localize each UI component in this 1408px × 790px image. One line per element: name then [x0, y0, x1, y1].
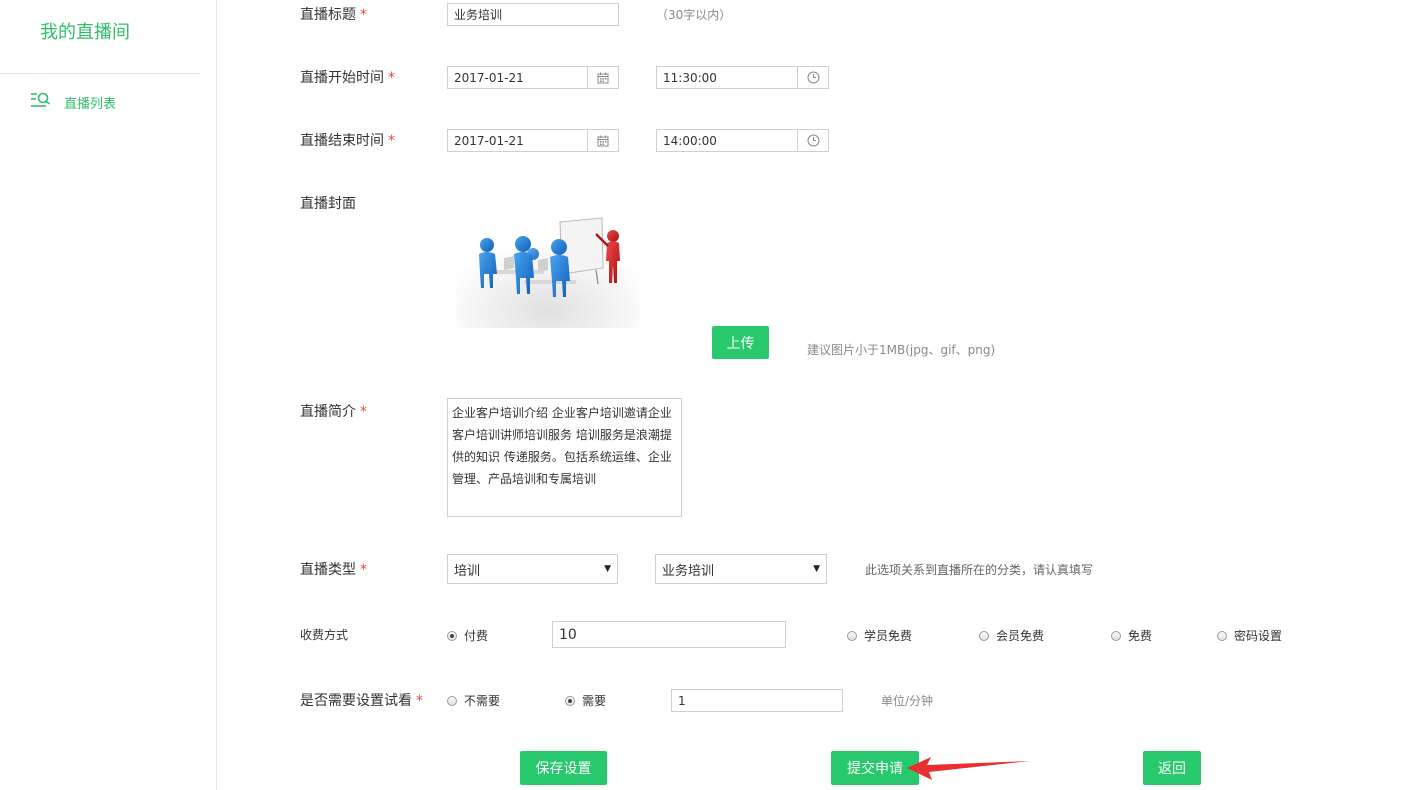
fee-option-label: 免费 — [1128, 629, 1153, 643]
fee-option-student-free[interactable]: 学员免费 — [847, 627, 912, 644]
radio-icon[interactable] — [1217, 630, 1227, 641]
radio-checked-icon[interactable] — [447, 630, 457, 641]
fee-option-free[interactable]: 免费 — [1111, 627, 1152, 644]
annotation-arrow-icon — [907, 757, 1030, 780]
trial-option-yes[interactable]: 需要 — [565, 692, 606, 709]
fee-option-label: 付费 — [464, 629, 489, 643]
back-button[interactable]: 返回 — [1143, 751, 1201, 785]
required-mark: * — [416, 693, 423, 709]
sidebar-title: 我的直播间 — [40, 22, 130, 43]
required-mark: * — [360, 562, 367, 578]
sidebar: 我的直播间 直播列表 — [0, 0, 217, 790]
required-mark: * — [360, 7, 367, 23]
trial-option-label: 不需要 — [464, 694, 501, 708]
clock-icon[interactable] — [797, 67, 828, 88]
intro-textarea[interactable]: 企业客户培训介绍 企业客户培训邀请企业客户培训讲师培训服务 培训服务是浪潮提供的… — [447, 398, 682, 517]
title-label: 直播标题 * — [300, 4, 367, 24]
start-time-label-text: 直播开始时间 — [300, 70, 384, 86]
calendar-icon[interactable] — [587, 130, 618, 151]
end-time-label-text: 直播结束时间 — [300, 133, 384, 149]
fee-option-label: 学员免费 — [864, 629, 913, 643]
trial-minutes-input[interactable]: 1 — [671, 689, 843, 712]
type-label: 直播类型 * — [300, 559, 367, 579]
type-label-text: 直播类型 — [300, 562, 356, 578]
fee-label: 收费方式 — [300, 628, 349, 642]
type-primary-select[interactable]: 培训 ▼ — [447, 554, 618, 584]
type-hint: 此选项关系到直播所在的分类，请认真填写 — [865, 563, 1094, 577]
title-label-text: 直播标题 — [300, 7, 356, 23]
cover-image — [456, 214, 640, 328]
start-date-picker[interactable]: 2017-01-21 — [447, 66, 619, 89]
save-button[interactable]: 保存设置 — [520, 751, 607, 785]
clock-icon[interactable] — [797, 130, 828, 151]
radio-icon[interactable] — [447, 695, 457, 706]
required-mark: * — [388, 70, 395, 86]
radio-icon[interactable] — [1111, 630, 1121, 641]
fee-option-label: 密码设置 — [1234, 629, 1283, 643]
upload-button[interactable]: 上传 — [712, 326, 769, 359]
title-hint: （30字以内） — [656, 8, 732, 22]
trial-unit: 单位/分钟 — [881, 694, 934, 708]
start-time-value[interactable]: 11:30:00 — [657, 67, 797, 88]
end-time-label: 直播结束时间 * — [300, 130, 395, 150]
title-input[interactable]: 业务培训 — [447, 3, 619, 26]
intro-label-text: 直播简介 — [300, 404, 356, 420]
sidebar-divider — [0, 73, 200, 74]
radio-icon[interactable] — [847, 630, 857, 641]
dropdown-arrow-icon: ▼ — [604, 564, 611, 574]
trial-label: 是否需要设置试看 * — [300, 690, 423, 710]
fee-option-password[interactable]: 密码设置 — [1217, 627, 1282, 644]
required-mark: * — [388, 133, 395, 149]
sidebar-item-live-list[interactable]: 直播列表 — [30, 90, 116, 114]
required-mark: * — [360, 404, 367, 420]
dropdown-arrow-icon: ▼ — [813, 564, 820, 574]
list-search-icon — [30, 91, 52, 113]
sidebar-item-label: 直播列表 — [64, 96, 117, 112]
cover-label: 直播封面 — [300, 196, 356, 212]
radio-checked-icon[interactable] — [565, 695, 575, 706]
fee-option-member-free[interactable]: 会员免费 — [979, 627, 1044, 644]
trial-option-no[interactable]: 不需要 — [447, 692, 500, 709]
end-time-picker[interactable]: 14:00:00 — [656, 129, 829, 152]
radio-icon[interactable] — [979, 630, 989, 641]
type-secondary-select[interactable]: 业务培训 ▼ — [655, 554, 827, 584]
fee-option-paid[interactable]: 付费 — [447, 627, 488, 644]
end-date-picker[interactable]: 2017-01-21 — [447, 129, 619, 152]
trial-option-label: 需要 — [582, 694, 607, 708]
trial-label-text: 是否需要设置试看 — [300, 693, 412, 709]
end-time-value[interactable]: 14:00:00 — [657, 130, 797, 151]
start-date-value[interactable]: 2017-01-21 — [448, 67, 587, 88]
type-primary-value: 培训 — [454, 563, 481, 579]
calendar-icon[interactable] — [587, 67, 618, 88]
fee-amount-input[interactable]: 10 — [552, 621, 786, 648]
end-date-value[interactable]: 2017-01-21 — [448, 130, 587, 151]
intro-label: 直播简介 * — [300, 401, 367, 421]
start-time-picker[interactable]: 11:30:00 — [656, 66, 829, 89]
start-time-label: 直播开始时间 * — [300, 67, 395, 87]
cover-hint: 建议图片小于1MB(jpg、gif、png) — [807, 343, 996, 357]
type-secondary-value: 业务培训 — [662, 563, 715, 579]
fee-option-label: 会员免费 — [996, 629, 1045, 643]
